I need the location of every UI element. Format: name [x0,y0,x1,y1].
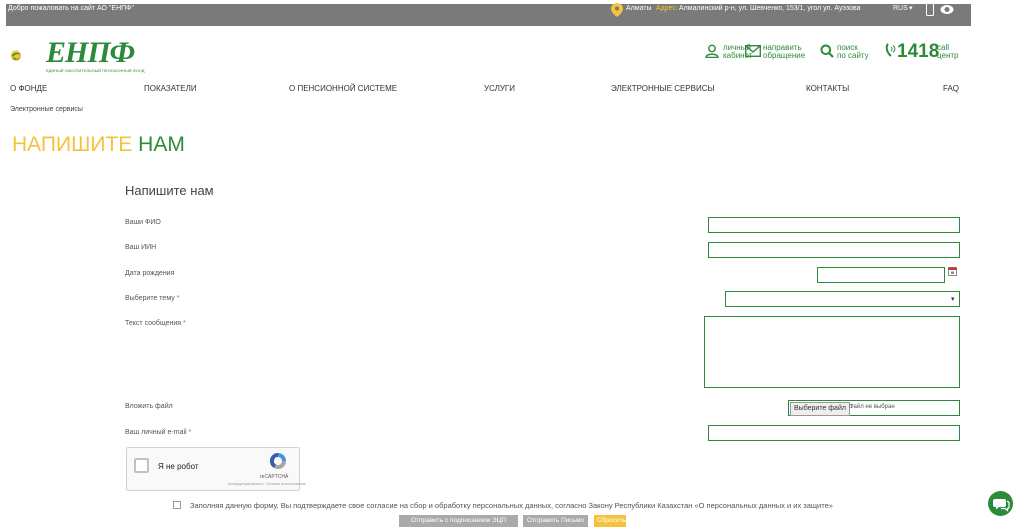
email-input[interactable] [708,425,960,441]
file-label: Вложить файл [125,403,173,410]
reset-button[interactable]: Сбросить [594,515,626,527]
iin-label: Ваш ИИН [125,244,157,251]
email-label-text: Ваш личный e-mail [125,429,187,436]
logo-tagline: ЕДИНЫЙ НАКОПИТЕЛЬНЫЙ ПЕНСИОННЫЙ ФОНД [46,68,145,73]
required-mark: * [176,295,180,302]
consent-text: Заполняя данную форму, Вы подтверждаете … [190,501,833,510]
nav-contacts[interactable]: КОНТАКТЫ [806,84,849,93]
topic-label-text: Выберите тему [125,295,175,302]
chevron-down-icon: ▾ [909,5,913,12]
calendar-icon[interactable] [948,267,957,276]
required-mark: * [188,429,192,436]
consent-checkbox[interactable] [173,501,181,509]
eye-icon[interactable] [940,4,954,15]
search-icon [820,44,834,58]
phone-icon [885,43,896,57]
appeal-label-line2: обращение [763,51,806,60]
fio-input[interactable] [708,217,960,233]
chat-button[interactable] [988,491,1013,516]
choose-file-button[interactable]: Выберите файл [790,402,850,416]
dob-label: Дата рождения [125,270,175,277]
call-center-number[interactable]: 1418 [897,41,939,63]
topic-label: Выберите тему * [125,295,179,302]
search-label-line2: по сайту [837,51,869,60]
send-appeal-link[interactable]: направить обращение [763,44,805,60]
send-with-eds-button[interactable]: Отправить с подписанием ЭЦП [399,515,518,527]
nav-pension-system[interactable]: О ПЕНСИОННОЙ СИСТЕМЕ [289,84,397,93]
nav-e-services[interactable]: ЭЛЕКТРОННЫЕ СЕРВИСЫ [611,84,715,93]
email-label: Ваш личный e-mail * [125,429,191,436]
file-status: Файл не выбран [849,404,895,410]
location-pin-icon [611,3,623,17]
call-center-label: call центр [937,44,958,60]
recaptcha-brand: reCAPTCHA [260,474,289,480]
topic-select[interactable] [725,291,960,307]
address-label: Адрес: [656,5,678,12]
enpf-logo[interactable] [10,36,50,76]
city-selector[interactable]: Алматы [626,5,652,12]
address-select[interactable]: Алмалинский р-н, ул. Шевченко, 153/1, уг… [679,5,860,12]
recaptcha-logo-icon [269,452,287,470]
user-icon [705,44,719,58]
page-title-highlight: НАПИШИТЕ [12,133,133,156]
nav-faq[interactable]: FAQ [943,84,959,93]
chevron-down-icon: ▾ [951,296,955,303]
recaptcha-checkbox[interactable] [134,458,149,473]
nav-services[interactable]: УСЛУГИ [484,84,515,93]
send-letter-button[interactable]: Отправить Письмо [523,515,588,527]
message-textarea[interactable] [704,316,960,388]
breadcrumb[interactable]: Электронные сервисы [10,106,83,113]
top-bar [0,0,1020,26]
nav-indicators[interactable]: ПОКАЗАТЕЛИ [144,84,197,93]
recaptcha-label: Я не робот [158,462,199,471]
fio-label: Ваши ФИО [125,219,161,226]
iin-input[interactable] [708,242,960,258]
page-title: НАПИШИТЕ НАМ [12,133,185,157]
nav-about-fund[interactable]: О ФОНДЕ [10,84,47,93]
chat-bubble-icon [993,499,1010,512]
page-title-rest: НАМ [138,133,185,156]
envelope-icon [745,45,761,57]
required-mark: * [183,320,186,327]
mobile-version-icon[interactable] [926,3,934,16]
call-label-line2: центр [937,51,959,60]
site-search-link[interactable]: поиск по сайту [837,44,869,60]
logo-wordmark: ЕНПФ [46,36,135,69]
dob-input[interactable] [817,267,945,283]
recaptcha-terms[interactable]: Конфиденциальность - Условия использован… [228,482,305,486]
form-heading: Напишите нам [125,183,214,198]
message-label: Текст сообщения * [125,320,186,327]
message-label-text: Текст сообщения [125,320,182,327]
welcome-text: Добро пожаловать на сайт АО "ЕНПФ" [8,5,134,12]
language-selector[interactable]: RUS [893,5,908,12]
